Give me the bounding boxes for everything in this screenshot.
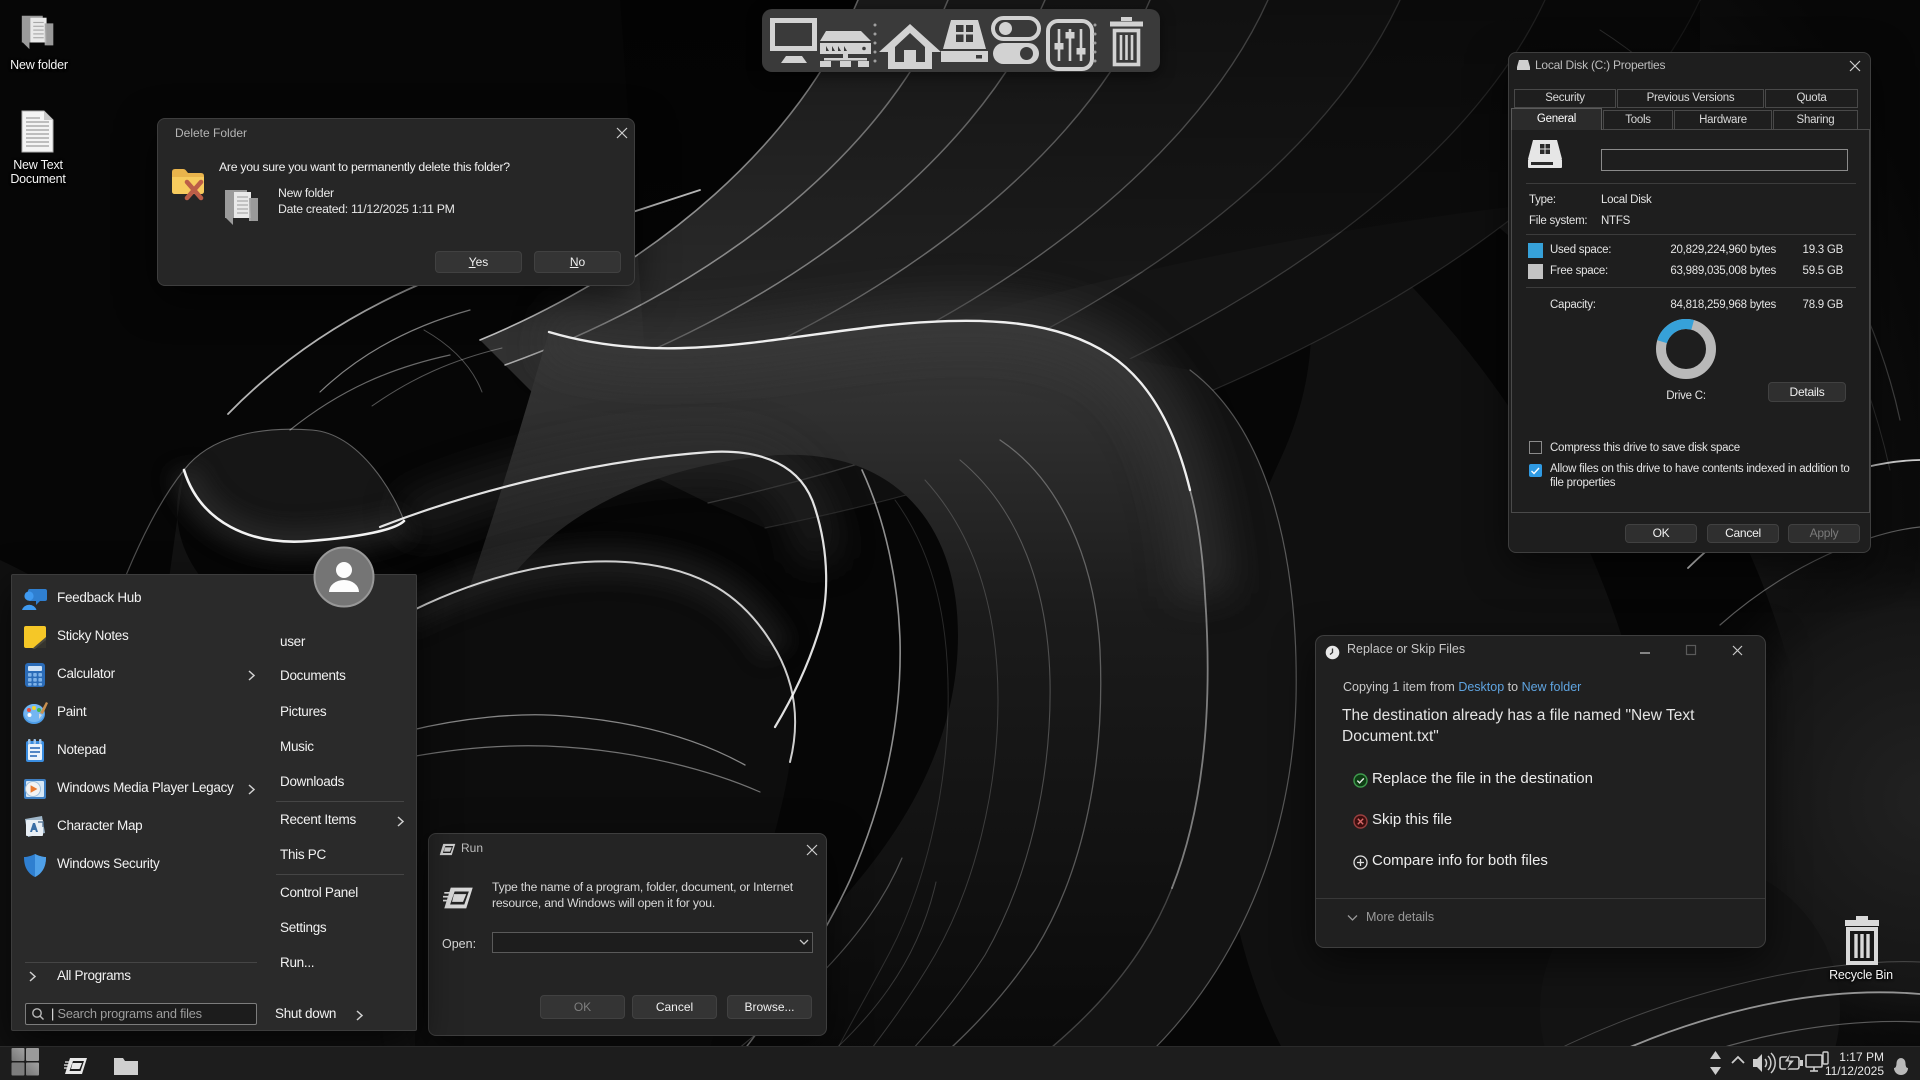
svg-text:11/12/2025: 11/12/2025 [1825, 1064, 1884, 1078]
svg-text:1:17 PM: 1:17 PM [1839, 1050, 1884, 1064]
